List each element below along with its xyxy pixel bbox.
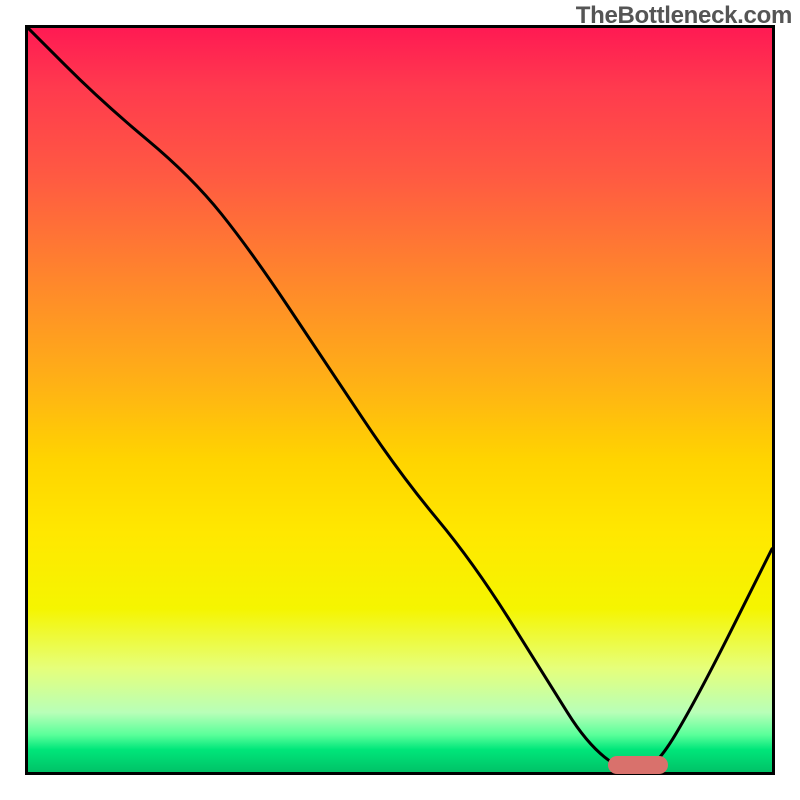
plot-area: [25, 25, 775, 775]
bottleneck-line-series: [28, 28, 772, 772]
bottleneck-chart: TheBottleneck.com: [0, 0, 800, 800]
optimal-range-marker: [608, 756, 668, 774]
watermark-text: TheBottleneck.com: [576, 2, 792, 30]
